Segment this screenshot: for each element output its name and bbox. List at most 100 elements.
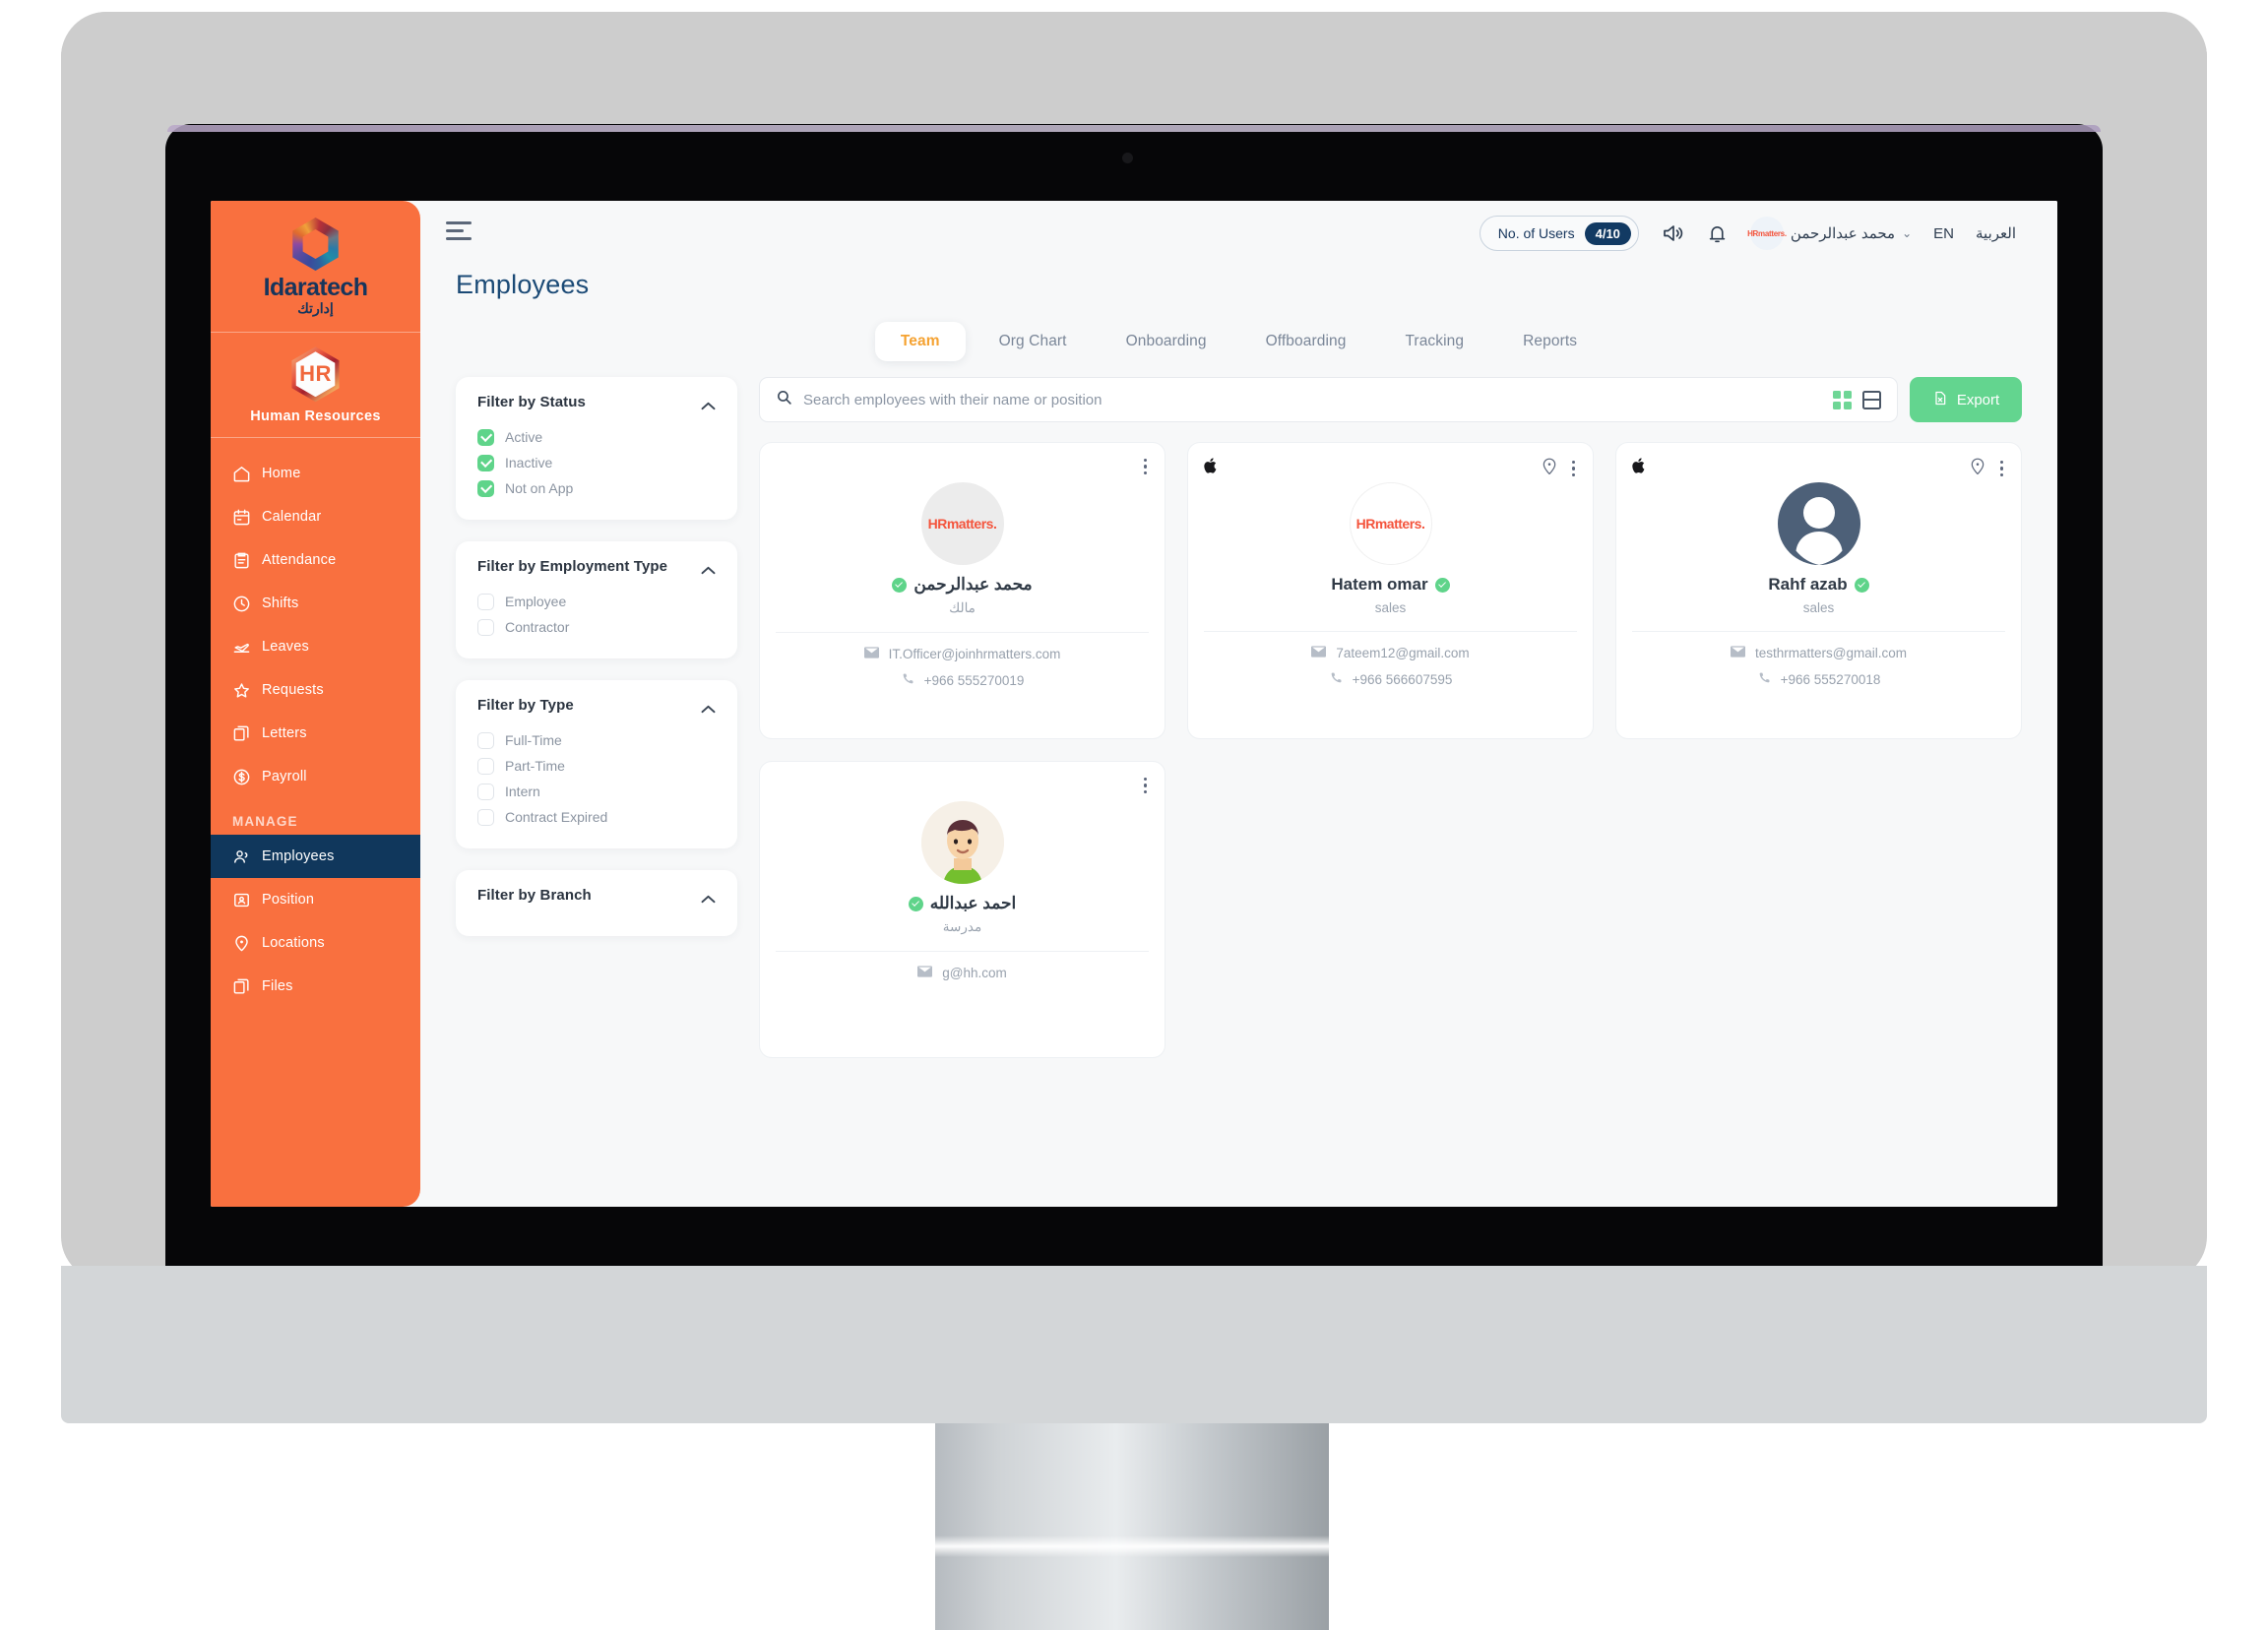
sidebar-item-requests[interactable]: Requests [211, 668, 420, 712]
employee-email-row[interactable]: 7ateem12@gmail.com [1204, 646, 1577, 660]
main-region: No. of Users 4/10 [420, 201, 2057, 1207]
grid-view-icon[interactable] [1833, 391, 1852, 409]
list-view-icon[interactable] [1862, 391, 1881, 409]
sidebar-item-home[interactable]: Home [211, 452, 420, 495]
checkbox[interactable] [477, 784, 494, 800]
sidebar-item-locations[interactable]: Locations [211, 921, 420, 965]
webcam-icon [1122, 153, 1133, 163]
filter-option-employee[interactable]: Employee [477, 589, 716, 614]
checkbox[interactable] [477, 455, 494, 471]
brand-name-arabic: إدارتك [211, 300, 420, 317]
filter-option-contract-expired[interactable]: Contract Expired [477, 804, 716, 830]
sidebar-item-label: Letters [262, 725, 307, 741]
divider [1204, 631, 1577, 632]
tab-offboarding[interactable]: Offboarding [1240, 322, 1372, 361]
employee-phone: +966 555270018 [1781, 672, 1881, 687]
checkbox[interactable] [477, 429, 494, 446]
user-quota-badge[interactable]: No. of Users 4/10 [1480, 216, 1639, 251]
calendar-icon [232, 508, 251, 527]
employee-card[interactable]: احمد عبدالله مدرسة g@hh.com [759, 761, 1166, 1058]
search-bar[interactable] [759, 377, 1898, 422]
sidebar-item-calendar[interactable]: Calendar [211, 495, 420, 538]
content-area: Filter by Status Active Inactive [420, 377, 2057, 1207]
card-menu-icon[interactable] [1142, 776, 1149, 795]
chevron-up-icon[interactable] [701, 891, 716, 900]
divider [776, 632, 1149, 633]
filter-option-not-on-app[interactable]: Not on App [477, 475, 716, 501]
home-icon [232, 465, 251, 483]
employee-email-row[interactable]: g@hh.com [776, 966, 1149, 980]
apple-icon [1204, 457, 1219, 474]
location-pin-icon[interactable] [1970, 457, 1985, 480]
tab-team[interactable]: Team [875, 322, 966, 361]
user-menu[interactable]: HRmatters. محمد عبدالرحمن ⌄ [1750, 217, 1912, 250]
employee-email-row[interactable]: IT.Officer@joinhrmatters.com [776, 647, 1149, 661]
tab-tracking[interactable]: Tracking [1379, 322, 1489, 361]
chevron-up-icon[interactable] [701, 562, 716, 571]
employee-role: sales [1632, 600, 2005, 615]
card-menu-icon[interactable] [1570, 459, 1577, 478]
search-input[interactable] [803, 392, 1822, 408]
sidebar-item-attendance[interactable]: Attendance [211, 538, 420, 582]
divider [1632, 631, 2005, 632]
avatar [921, 801, 1004, 884]
filter-header[interactable]: Filter by Type [477, 697, 716, 714]
card-menu-icon[interactable] [1998, 459, 2005, 478]
employee-email: testhrmatters@gmail.com [1755, 646, 1907, 660]
chevron-up-icon[interactable] [701, 398, 716, 407]
chevron-down-icon: ⌄ [1902, 226, 1912, 240]
bell-icon[interactable] [1706, 222, 1729, 245]
employee-card[interactable]: HRmatters. Hatem omar sales [1187, 442, 1594, 739]
language-en[interactable]: EN [1933, 225, 1954, 242]
filter-option-part-time[interactable]: Part-Time [477, 753, 716, 779]
export-button[interactable]: Export [1910, 377, 2022, 422]
filter-card-type: Filter by Type Full-Time Part-Time [456, 680, 737, 848]
employee-email-row[interactable]: testhrmatters@gmail.com [1632, 646, 2005, 660]
employee-phone-row[interactable]: +966 555270019 [776, 672, 1149, 689]
sidebar-item-leaves[interactable]: Leaves [211, 625, 420, 668]
tab-reports[interactable]: Reports [1497, 322, 1603, 361]
sidebar-item-shifts[interactable]: Shifts [211, 582, 420, 625]
filter-option-active[interactable]: Active [477, 424, 716, 450]
pin-icon [232, 934, 251, 953]
checkbox[interactable] [477, 732, 494, 749]
hamburger-icon[interactable] [446, 221, 472, 245]
sidebar-item-label: Files [262, 978, 293, 994]
filter-option-contractor[interactable]: Contractor [477, 614, 716, 640]
employee-card[interactable]: Rahf azab sales testhrmatters@gmail.com [1615, 442, 2022, 739]
chevron-up-icon[interactable] [701, 701, 716, 710]
checkbox[interactable] [477, 619, 494, 636]
filter-option-label: Part-Time [505, 758, 565, 774]
filter-option-full-time[interactable]: Full-Time [477, 727, 716, 753]
filter-card-employment-type: Filter by Employment Type Employee Contr… [456, 541, 737, 658]
filter-option-intern[interactable]: Intern [477, 779, 716, 804]
employee-phone-row[interactable]: +966 555270018 [1632, 671, 2005, 688]
megaphone-icon[interactable] [1661, 221, 1684, 245]
checkbox[interactable] [477, 809, 494, 826]
sidebar-item-label: Leaves [262, 639, 309, 655]
person-silhouette-icon [1778, 482, 1860, 565]
tab-org-chart[interactable]: Org Chart [974, 322, 1093, 361]
sidebar-item-position[interactable]: Position [211, 878, 420, 921]
card-header [776, 776, 1149, 795]
checkbox[interactable] [477, 594, 494, 610]
employee-email: IT.Officer@joinhrmatters.com [889, 647, 1061, 661]
checkbox[interactable] [477, 758, 494, 775]
sidebar-item-employees[interactable]: Employees [211, 835, 420, 878]
employee-phone-row[interactable]: +966 566607595 [1204, 671, 1577, 688]
card-menu-icon[interactable] [1142, 457, 1149, 476]
checkbox[interactable] [477, 480, 494, 497]
filter-header[interactable]: Filter by Branch [477, 887, 716, 904]
tab-onboarding[interactable]: Onboarding [1101, 322, 1232, 361]
location-pin-icon[interactable] [1542, 457, 1557, 480]
filter-header[interactable]: Filter by Status [477, 394, 716, 410]
filter-header[interactable]: Filter by Employment Type [477, 558, 716, 575]
filter-option-inactive[interactable]: Inactive [477, 450, 716, 475]
employee-role: مدرسة [776, 919, 1149, 935]
sidebar-item-files[interactable]: Files [211, 965, 420, 1008]
language-ar[interactable]: العربية [1976, 224, 2016, 242]
sidebar-item-payroll[interactable]: Payroll [211, 755, 420, 798]
sidebar-item-letters[interactable]: Letters [211, 712, 420, 755]
employee-name-row: محمد عبدالرحمن [776, 575, 1149, 595]
employee-card[interactable]: HRmatters. محمد عبدالرحمن مالك [759, 442, 1166, 739]
